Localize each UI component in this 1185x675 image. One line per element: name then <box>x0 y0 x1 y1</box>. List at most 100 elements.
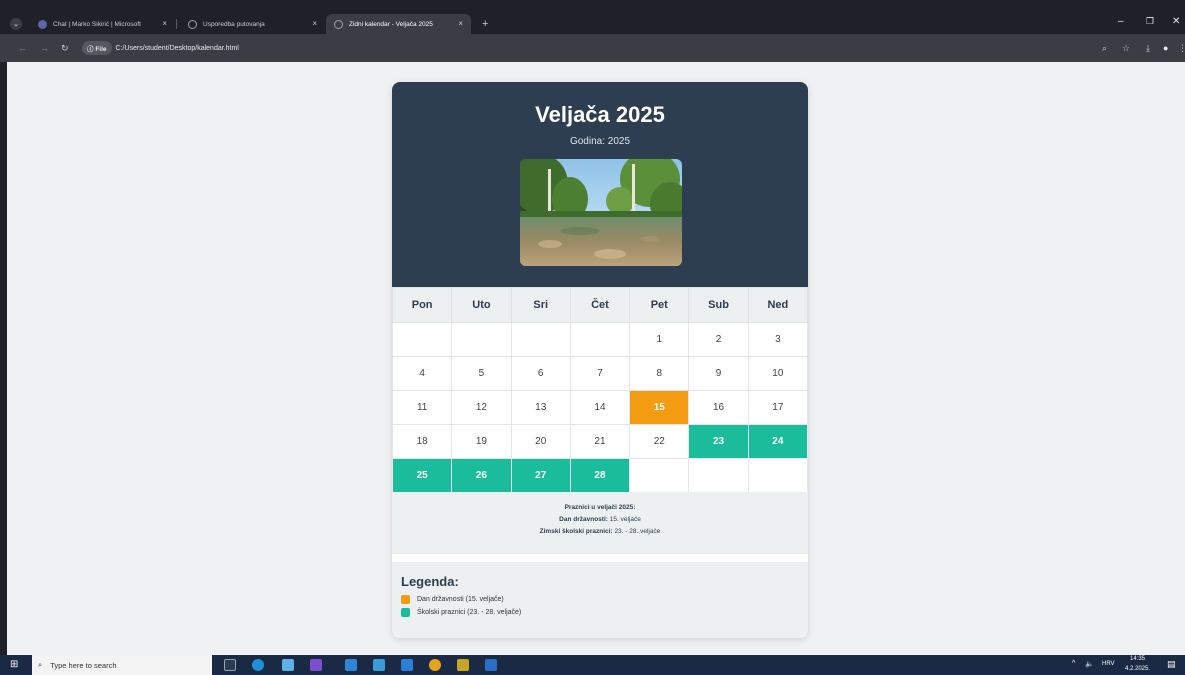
calendar-weeks: 1 2 3 4 5 6 7 8 9 10 11 12 13 14 15 16 17 18 19 20 21 22 23 24 2… <box>392 322 808 493</box>
restore-icon[interactable]: ❐ <box>1146 16 1154 27</box>
notes-value-holiday: 15. veljače <box>607 516 641 523</box>
tab-usporedba[interactable]: Usporedba putovanja × <box>180 14 325 34</box>
profile-icon[interactable]: ● <box>1163 43 1168 53</box>
download-icon[interactable]: ⤓ <box>1146 43 1150 54</box>
day-cell: 23 <box>688 424 749 459</box>
menu-icon[interactable]: ⋮ <box>1178 43 1185 54</box>
address-bar: ← → ↻ ⓘ File C:/Users/student/Desktop/ka… <box>0 34 1185 62</box>
empty-day-cell <box>569 322 631 357</box>
day-cell: 4 <box>392 356 453 391</box>
calendar-subtitle: Godina: 2025 <box>569 136 631 147</box>
calendar-card: Veljača 2025 Godina: 2025 Pon Uto Sri Če… <box>392 82 808 638</box>
globe-icon <box>188 19 197 29</box>
vscode-icon[interactable] <box>401 659 413 671</box>
language-indicator[interactable]: HRV <box>1102 661 1115 667</box>
weekday-header: Pet <box>629 287 690 323</box>
teams-icon <box>38 19 47 29</box>
day-cell: 28 <box>569 458 631 493</box>
url-text: C:/Users/student/Desktop/kalendar.html <box>115 44 239 52</box>
tab-search-button[interactable]: ⌄ <box>4 14 26 34</box>
search-icon: ⌕ <box>38 660 43 669</box>
chrome-icon[interactable] <box>429 659 441 671</box>
day-cell: 22 <box>629 424 690 459</box>
task-view-icon[interactable] <box>224 659 236 671</box>
day-cell: 3 <box>747 322 808 357</box>
day-cell: 19 <box>451 424 512 459</box>
weekday-header: Uto <box>451 287 512 323</box>
day-cell: 7 <box>569 356 631 391</box>
close-window-icon[interactable]: ✕ <box>1172 16 1180 27</box>
day-cell: 5 <box>451 356 512 391</box>
day-cell: 18 <box>392 424 453 459</box>
legend-label: Dan državnosti (15. veljače) <box>417 596 504 603</box>
volume-icon[interactable]: 🔈 <box>1085 660 1094 668</box>
forward-icon[interactable]: → <box>40 43 49 53</box>
empty-day-cell <box>688 458 749 493</box>
week-row: 25 26 27 28 <box>392 458 808 493</box>
legend: Legenda: Dan državnosti (15. veljače) Šk… <box>392 562 808 638</box>
day-cell: 8 <box>629 356 690 391</box>
day-cell: 16 <box>688 390 749 425</box>
visual-studio-icon[interactable] <box>310 659 322 671</box>
close-tab-icon[interactable]: × <box>312 19 317 28</box>
day-cell: 6 <box>510 356 571 391</box>
close-tab-icon[interactable]: × <box>162 19 167 28</box>
notifications-icon[interactable]: ▤ <box>1167 659 1176 670</box>
notes-label-holiday: Dan državnosti: <box>559 516 608 523</box>
calendar-header: Veljača 2025 Godina: 2025 <box>392 82 808 287</box>
tab-bar: ⌄ Chat | Marko Sikirić | Microsoft × Usp… <box>0 12 1185 34</box>
weekday-header-row: Pon Uto Sri Čet Pet Sub Ned <box>392 287 808 323</box>
close-tab-icon[interactable]: × <box>458 19 463 28</box>
mail-icon[interactable] <box>345 659 357 671</box>
weekday-header: Sri <box>510 287 571 323</box>
day-cell: 11 <box>392 390 453 425</box>
file-chip[interactable]: ⓘ File <box>82 41 112 55</box>
word-icon[interactable] <box>485 659 497 671</box>
empty-day-cell <box>629 458 690 493</box>
holiday-notes: Praznici u veljači 2025: Dan državnosti:… <box>392 492 808 554</box>
forest-river-image <box>520 159 682 266</box>
teal-swatch <box>401 608 410 617</box>
page-viewport: Veljača 2025 Godina: 2025 Pon Uto Sri Če… <box>7 62 1185 655</box>
clock-time[interactable]: 14:35 <box>1130 656 1145 662</box>
orange-swatch <box>401 595 410 604</box>
week-row: 123 <box>392 322 808 357</box>
minimize-icon[interactable]: – <box>1118 16 1124 27</box>
empty-day-cell <box>451 322 512 357</box>
notes-label-school: Zimski školski praznici: <box>539 528 613 535</box>
back-icon[interactable]: ← <box>18 43 27 53</box>
weekday-header: Sub <box>688 287 749 323</box>
day-cell: 9 <box>688 356 749 391</box>
windows-start-icon[interactable]: ⊞ <box>10 659 18 670</box>
store-icon[interactable] <box>282 659 294 671</box>
app-icon[interactable] <box>457 659 469 671</box>
new-tab-button[interactable]: + <box>474 14 494 34</box>
notes-value-school: 23. - 28. veljače <box>612 528 661 535</box>
day-cell: 24 <box>747 424 808 459</box>
edge-icon[interactable] <box>252 659 264 671</box>
clock-date[interactable]: 4.2.2025. <box>1125 666 1150 672</box>
week-row: 18 19 20 21 22 23 24 <box>392 424 808 459</box>
photos-icon[interactable] <box>373 659 385 671</box>
weekday-header: Čet <box>569 287 631 323</box>
bookmark-star-icon[interactable]: ☆ <box>1122 43 1130 54</box>
empty-day-cell <box>392 322 453 357</box>
day-cell: 17 <box>747 390 808 425</box>
omnibox[interactable]: ⓘ File C:/Users/student/Desktop/kalendar… <box>82 39 1092 57</box>
zoom-icon[interactable]: ⌕ <box>1102 43 1107 54</box>
day-cell: 15 <box>629 390 690 425</box>
day-cell: 26 <box>451 458 512 493</box>
tab-teams-chat[interactable]: Chat | Marko Sikirić | Microsoft × <box>30 14 175 34</box>
day-cell: 20 <box>510 424 571 459</box>
day-cell: 2 <box>688 322 749 357</box>
day-cell: 21 <box>569 424 631 459</box>
notes-heading: Praznici u veljači 2025: <box>564 504 636 511</box>
day-cell: 14 <box>569 390 631 425</box>
nature-photo <box>520 159 682 266</box>
reload-icon[interactable]: ↻ <box>61 43 69 54</box>
day-cell: 13 <box>510 390 571 425</box>
tray-chevron-icon[interactable]: ^ <box>1072 660 1075 667</box>
taskbar-search[interactable]: ⌕ Type here to search <box>32 655 212 675</box>
empty-day-cell <box>747 458 808 493</box>
tab-zidni-kalendar[interactable]: Zidni kalendar - Veljača 2025 × <box>326 14 471 34</box>
